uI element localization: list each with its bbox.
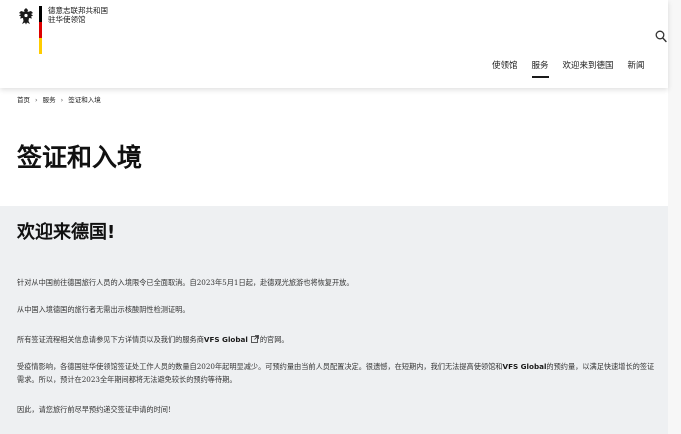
nav-item-services[interactable]: 服务 [531, 60, 549, 78]
vfs-global-link-label: VFS Global [203, 335, 248, 344]
paragraph-appointment-capacity: 受疫情影响，各德国驻华使领馆签证处工作人员的数量自2020年起明显减少。可预约量… [17, 361, 657, 386]
org-name[interactable]: 德意志联邦共和国 驻华使领馆 [48, 6, 108, 24]
search-icon[interactable] [655, 30, 667, 43]
breadcrumb-separator: › [60, 96, 64, 104]
paragraph-visa-info: 所有签证流程相关信息请参见下方详情页以及我们的服务商VFS Global 的官网。 [17, 334, 657, 347]
paragraph-text: 所有签证流程相关信息请参见下方详情页以及我们的服务商 [17, 335, 204, 344]
nav-item-news[interactable]: 新闻 [628, 60, 645, 78]
main-nav: 使领馆 服务 欢迎来到德国 新闻 [492, 60, 659, 78]
page-top-section: 首页 › 服务 › 签证和入境 签证和入境 [0, 88, 668, 206]
breadcrumb-current: 签证和入境 [68, 96, 101, 104]
paragraph-no-test-required: 从中国入境德国的旅行者无需出示核酸阴性检测证明。 [17, 305, 190, 314]
eagle-icon[interactable] [16, 6, 36, 26]
vfs-global-text: VFS Global [502, 362, 547, 371]
page-title: 签证和入境 [17, 143, 143, 172]
paragraph-text: 的官网。 [259, 335, 289, 344]
org-name-line2: 驻华使领馆 [48, 15, 86, 24]
welcome-heading: 欢迎来德国! [17, 222, 116, 243]
site-header: 德意志联邦共和国 驻华使领馆 使领馆 服务 欢迎来到德国 新闻 [0, 0, 668, 88]
nav-item-embassy[interactable]: 使领馆 [492, 60, 518, 78]
breadcrumb-services[interactable]: 服务 [43, 96, 56, 104]
breadcrumb-separator: › [35, 96, 38, 104]
vfs-global-link[interactable]: VFS Global [204, 335, 260, 344]
paragraph-text: 受疫情影响，各德国驻华使领馆签证处工作人员的数量自2020年起明显减少。可预约量… [17, 362, 503, 371]
paragraph-book-early: 因此，请您旅行前尽早预约递交签证申请的时间! [17, 405, 171, 414]
flag-stripe-gold [39, 38, 42, 54]
org-name-line1: 德意志联邦共和国 [48, 6, 108, 15]
flag-stripe-black [39, 6, 42, 22]
paragraph-entry-restrictions: 针对从中国前往德国旅行人员的入境限令已全面取消。自2023年5月1日起，赴德观光… [17, 278, 354, 287]
german-flag-bar [39, 6, 42, 54]
breadcrumb: 首页 › 服务 › 签证和入境 [17, 96, 101, 105]
external-link-icon [250, 335, 259, 343]
content-panel: 欢迎来德国! 针对从中国前往德国旅行人员的入境限令已全面取消。自2023年5月1… [0, 206, 668, 434]
nav-item-welcome-to-germany[interactable]: 欢迎来到德国 [563, 60, 614, 78]
flag-stripe-red [39, 22, 42, 38]
breadcrumb-home[interactable]: 首页 [17, 96, 30, 104]
